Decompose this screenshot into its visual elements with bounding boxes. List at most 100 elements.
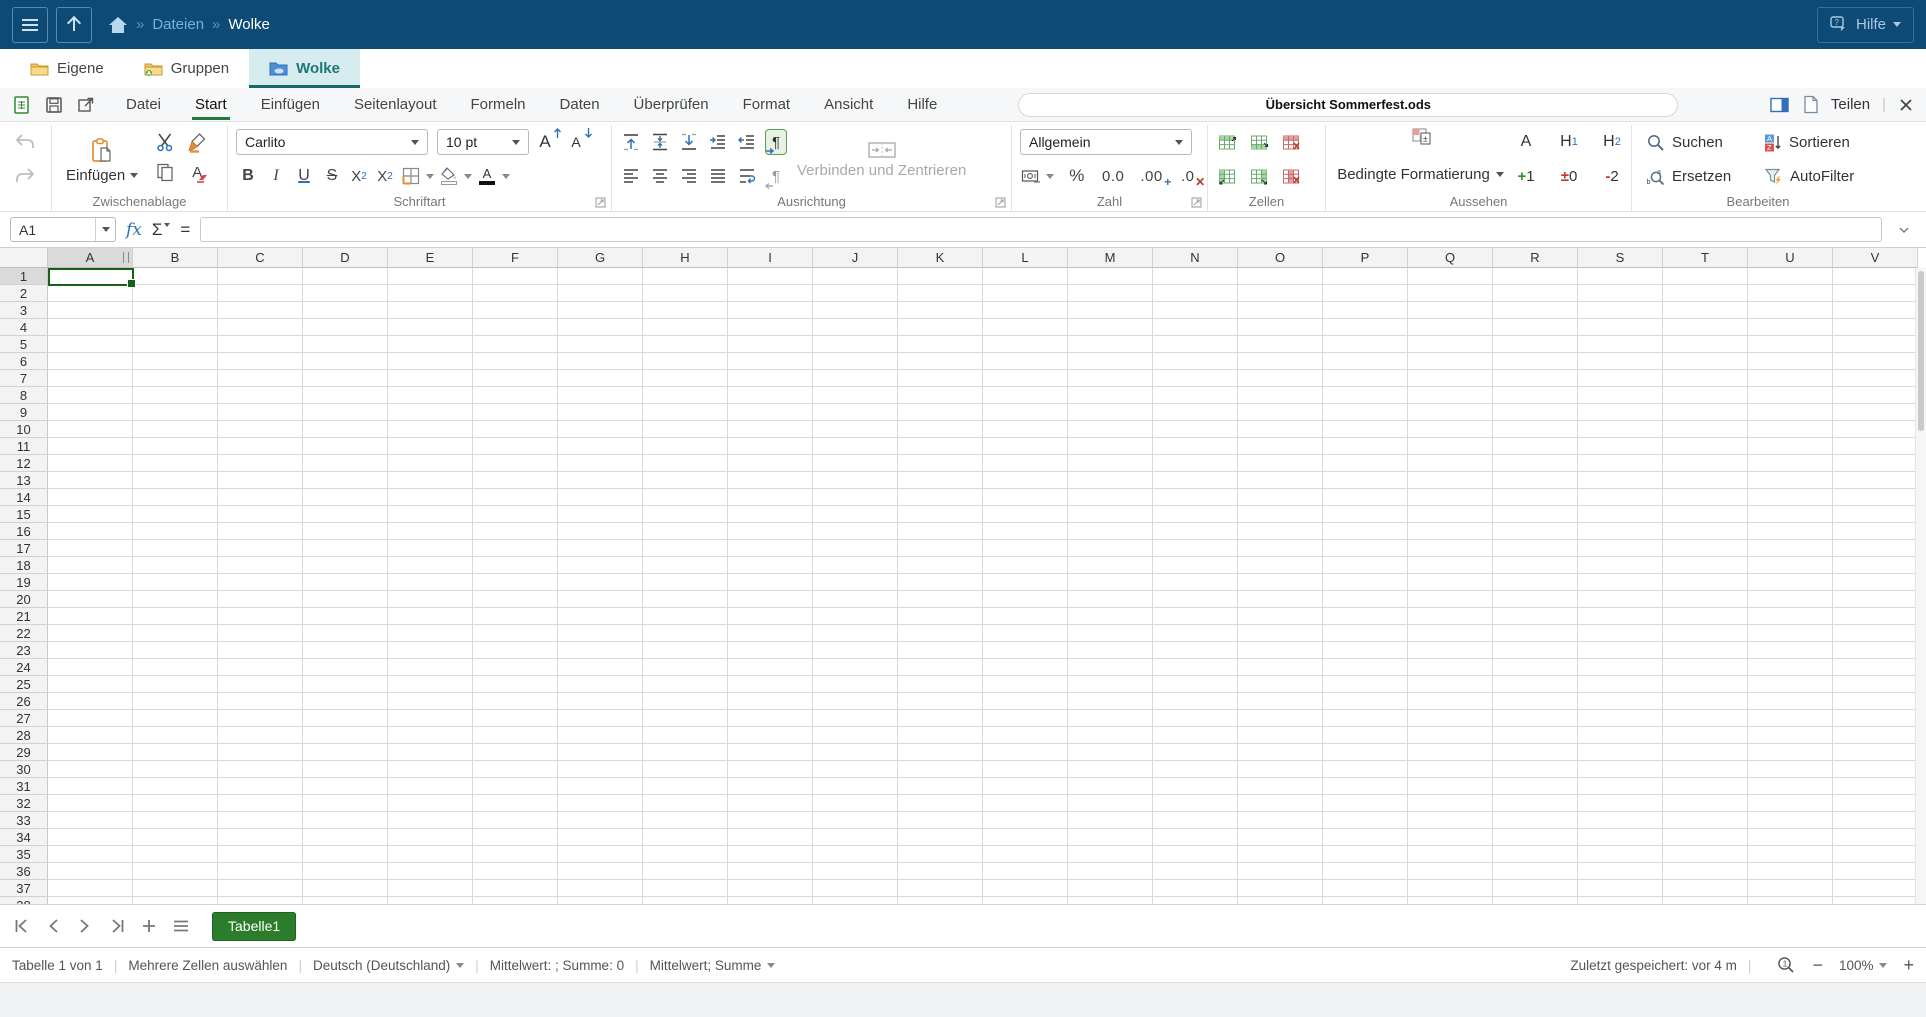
row-header-27[interactable]: 27 [0, 710, 48, 727]
row-header-30[interactable]: 30 [0, 761, 48, 778]
autosum-button[interactable]: Σ [152, 220, 171, 240]
column-header-Q[interactable]: Q [1408, 248, 1493, 268]
previous-sheet-button[interactable] [40, 913, 66, 939]
strikethrough-button[interactable]: S [320, 163, 344, 189]
zoom-in-button[interactable]: + [1903, 956, 1914, 974]
row-header-8[interactable]: 8 [0, 387, 48, 404]
status-item-1[interactable]: Mehrere Zellen auswählen [128, 958, 287, 973]
row-header-4[interactable]: 4 [0, 319, 48, 336]
app-menu-button[interactable] [12, 7, 48, 43]
right-to-left-button[interactable]: ¶ [765, 163, 787, 189]
clear-formatting-button[interactable]: A [186, 159, 208, 185]
column-header-E[interactable]: E [388, 248, 473, 268]
number-group-expand-icon[interactable] [1191, 197, 1202, 208]
row-header-3[interactable]: 3 [0, 302, 48, 319]
document-properties-icon[interactable] [1802, 95, 1819, 114]
breadcrumb-dateien[interactable]: Dateien [152, 16, 204, 33]
row-header-18[interactable]: 18 [0, 557, 48, 574]
row-header-17[interactable]: 17 [0, 540, 48, 557]
row-header-20[interactable]: 20 [0, 591, 48, 608]
menu-item-7[interactable]: Format [726, 91, 808, 118]
add-sheet-button[interactable] [136, 913, 162, 939]
column-header-D[interactable]: D [303, 248, 388, 268]
add-decimal-button[interactable]: .00+ [1138, 163, 1164, 189]
last-sheet-button[interactable] [104, 913, 130, 939]
formula-button[interactable]: = [180, 220, 190, 240]
paste-button[interactable]: Einfügen [60, 127, 144, 194]
font-group-expand-icon[interactable] [595, 197, 606, 208]
sheet-list-button[interactable] [168, 913, 194, 939]
row-header-35[interactable]: 35 [0, 846, 48, 863]
increase-indent-button[interactable] [707, 129, 729, 155]
style-default-button[interactable]: A [1515, 129, 1537, 155]
delete-columns-button[interactable] [1280, 163, 1302, 189]
align-left-button[interactable] [620, 163, 642, 189]
shrink-font-button[interactable]: A [569, 129, 591, 155]
help-button[interactable]: ? Hilfe [1817, 7, 1914, 43]
row-header-36[interactable]: 36 [0, 863, 48, 880]
select-all-corner[interactable] [0, 248, 48, 268]
breadcrumb-wolke[interactable]: Wolke [228, 16, 269, 33]
menu-item-3[interactable]: Seitenlayout [337, 91, 454, 118]
underline-button[interactable]: U [292, 163, 316, 189]
menu-item-2[interactable]: Einfügen [244, 91, 337, 118]
row-header-25[interactable]: 25 [0, 676, 48, 693]
row-header-23[interactable]: 23 [0, 642, 48, 659]
alignment-group-expand-icon[interactable] [995, 197, 1006, 208]
menu-item-4[interactable]: Formeln [454, 91, 543, 118]
font-color-caret-icon[interactable] [502, 174, 510, 179]
row-header-21[interactable]: 21 [0, 608, 48, 625]
menu-item-1[interactable]: Start [178, 91, 244, 118]
scrollbar-thumb[interactable] [1918, 271, 1924, 431]
row-header-2[interactable]: 2 [0, 285, 48, 302]
row-header-12[interactable]: 12 [0, 455, 48, 472]
search-button[interactable]: Suchen [1640, 131, 1744, 154]
sheet-tab-0[interactable]: Tabelle1 [212, 912, 296, 941]
expand-formula-bar-button[interactable] [1892, 219, 1916, 241]
row-header-16[interactable]: 16 [0, 523, 48, 540]
tab-gruppen[interactable]: Gruppen [124, 49, 249, 88]
first-sheet-button[interactable] [8, 913, 34, 939]
column-header-H[interactable]: H [643, 248, 728, 268]
column-header-C[interactable]: C [218, 248, 303, 268]
superscript-button[interactable]: X2 [374, 163, 396, 189]
zoom-reset-icon[interactable]: 1 [1776, 955, 1796, 975]
delete-rows-button[interactable] [1280, 129, 1302, 155]
currency-format-button[interactable] [1020, 163, 1042, 189]
row-header-33[interactable]: 33 [0, 812, 48, 829]
status-item-0[interactable]: Tabelle 1 von 1 [12, 958, 103, 973]
column-header-O[interactable]: O [1238, 248, 1323, 268]
center-vertically-button[interactable] [649, 129, 671, 155]
bold-button[interactable]: B [236, 163, 260, 189]
row-header-29[interactable]: 29 [0, 744, 48, 761]
status-item-3[interactable]: Mittelwert: ; Summe: 0 [490, 958, 624, 973]
name-box-caret[interactable] [95, 218, 115, 241]
zoom-level[interactable]: 100% [1839, 958, 1888, 973]
home-icon[interactable] [108, 16, 128, 34]
name-box[interactable]: A1 [10, 217, 116, 242]
left-to-right-button[interactable]: ¶ [765, 129, 787, 155]
parent-folder-button[interactable] [56, 7, 92, 43]
align-right-button[interactable] [678, 163, 700, 189]
row-header-38[interactable]: 38 [0, 897, 48, 904]
row-header-14[interactable]: 14 [0, 489, 48, 506]
column-header-F[interactable]: F [473, 248, 558, 268]
open-in-new-window-button[interactable] [77, 96, 95, 114]
column-header-A[interactable]: A [48, 248, 133, 268]
style-heading2-button[interactable]: H2 [1601, 129, 1623, 155]
copy-button[interactable] [154, 159, 176, 185]
row-header-5[interactable]: 5 [0, 336, 48, 353]
row-header-11[interactable]: 11 [0, 438, 48, 455]
align-center-button[interactable] [649, 163, 671, 189]
row-header-31[interactable]: 31 [0, 778, 48, 795]
column-header-I[interactable]: I [728, 248, 813, 268]
insert-columns-left-button[interactable] [1216, 163, 1238, 189]
share-button[interactable]: Teilen [1831, 96, 1870, 113]
style-heading1-button[interactable]: H1 [1558, 129, 1580, 155]
insert-rows-below-button[interactable] [1248, 129, 1270, 155]
row-header-15[interactable]: 15 [0, 506, 48, 523]
tab-eigene[interactable]: Eigene [10, 49, 124, 88]
status-item-4[interactable]: Mittelwert; Summe [650, 958, 776, 973]
grid-cells[interactable] [48, 268, 1926, 904]
document-title-pill[interactable]: Übersicht Sommerfest.ods [1018, 93, 1678, 117]
